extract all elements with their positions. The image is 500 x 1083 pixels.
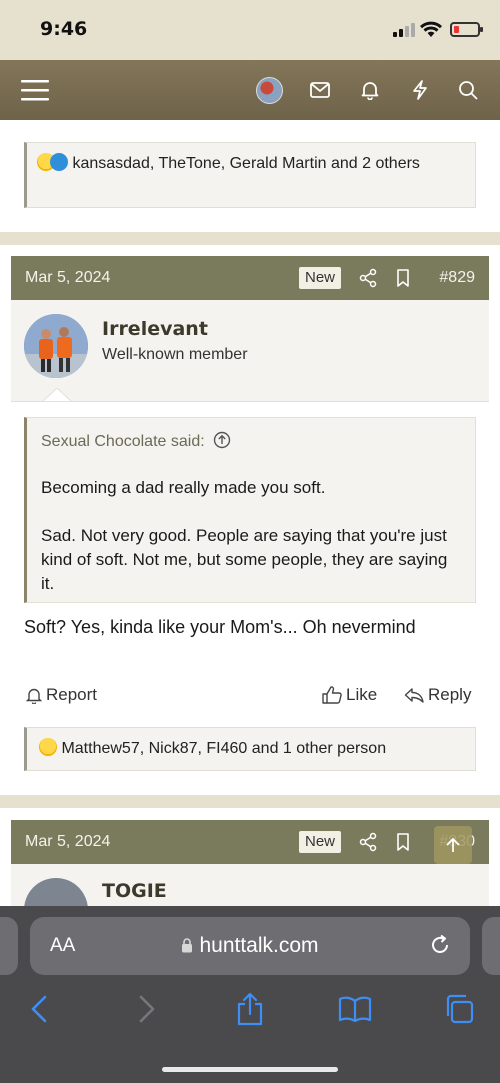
user-avatar-icon[interactable] <box>255 60 283 120</box>
quote-line: Sad. Not very good. People are saying th… <box>41 526 448 593</box>
post-829: Mar 5, 2024 New #829 Irrelevant Well-kno… <box>0 245 500 795</box>
post-830: Mar 5, 2024 New #830 TOGIE <box>0 808 500 906</box>
quote-block: Sexual Chocolate said: Becoming a dad re… <box>24 417 476 603</box>
go-to-quote-icon[interactable] <box>213 431 231 449</box>
user-title: Well-known member <box>102 346 248 363</box>
post-body: Soft? Yes, kinda like your Mom's... Oh n… <box>24 617 416 637</box>
post-number[interactable]: #829 <box>439 269 475 287</box>
menu-icon[interactable] <box>18 60 52 120</box>
back-icon[interactable] <box>21 991 57 1027</box>
reply-icon <box>404 688 424 703</box>
next-tab-pill[interactable] <box>482 917 500 975</box>
quote-header[interactable]: Sexual Chocolate said: <box>41 431 231 451</box>
reaction-users: kansasdad, TheTone, Gerald Martin and 2 … <box>72 155 420 172</box>
bookmark-icon[interactable] <box>393 268 413 288</box>
scroll-to-top-button[interactable] <box>434 826 472 864</box>
divider <box>11 401 489 402</box>
new-badge: New <box>299 267 342 289</box>
share-icon[interactable] <box>358 268 378 288</box>
user-block: TOGIE <box>11 864 489 906</box>
home-indicator <box>162 1067 338 1072</box>
quote-body: Becoming a dad really made you soft. Sad… <box>41 476 461 596</box>
report-button[interactable]: Report <box>26 685 97 705</box>
lock-icon <box>182 938 193 953</box>
laughing-emoji-icon <box>39 738 57 756</box>
post-date[interactable]: Mar 5, 2024 <box>25 833 110 851</box>
cellular-signal-icon <box>393 23 417 37</box>
post-separator <box>0 232 500 245</box>
lightning-icon[interactable] <box>408 60 432 120</box>
wifi-icon <box>420 21 442 37</box>
inbox-icon[interactable] <box>308 60 332 120</box>
user-block: Irrelevant Well-known member <box>11 300 489 402</box>
report-label: Report <box>46 685 98 704</box>
previous-tab-pill[interactable] <box>0 917 18 975</box>
previous-post: kansasdad, TheTone, Gerald Martin and 2 … <box>0 120 500 232</box>
address-bar[interactable]: AA hunttalk.com <box>30 917 470 975</box>
forum-navbar <box>0 60 500 120</box>
arrow-up-icon <box>446 837 460 852</box>
new-badge: New <box>299 831 342 853</box>
reload-icon[interactable] <box>428 933 452 957</box>
username[interactable]: Irrelevant <box>102 318 208 340</box>
quote-author: Sexual Chocolate said: <box>41 433 205 450</box>
username[interactable]: TOGIE <box>102 880 167 902</box>
status-time: 9:46 <box>40 18 88 40</box>
url-text: hunttalk.com <box>199 934 319 957</box>
thumbs-up-icon <box>322 686 342 704</box>
bookmarks-icon[interactable] <box>337 991 373 1027</box>
url-display[interactable]: hunttalk.com <box>30 934 470 958</box>
battery-icon <box>450 22 483 37</box>
quote-line: Becoming a dad really made you soft. <box>41 478 326 497</box>
bell-icon <box>26 688 42 704</box>
user-avatar[interactable] <box>24 878 88 906</box>
post-header: Mar 5, 2024 New #830 <box>11 820 489 864</box>
reaction-summary[interactable]: kansasdad, TheTone, Gerald Martin and 2 … <box>24 142 476 208</box>
status-bar: 9:46 <box>0 0 500 60</box>
like-emoji-icon <box>50 153 68 171</box>
bookmark-icon[interactable] <box>393 832 413 852</box>
reply-label: Reply <box>428 685 472 704</box>
user-block-arrow <box>42 388 72 402</box>
bell-icon[interactable] <box>358 60 382 120</box>
tabs-icon[interactable] <box>441 991 477 1027</box>
post-separator <box>0 795 500 808</box>
browser-bottom-bar: AA hunttalk.com <box>0 906 500 1083</box>
post-header: Mar 5, 2024 New #829 <box>11 256 489 300</box>
reply-button[interactable]: Reply <box>404 685 471 705</box>
reaction-summary[interactable]: Matthew57, Nick87, FI460 and 1 other per… <box>24 727 476 771</box>
share-icon[interactable] <box>232 991 268 1027</box>
post-date[interactable]: Mar 5, 2024 <box>25 269 110 287</box>
reaction-users: Matthew57, Nick87, FI460 and 1 other per… <box>61 740 387 757</box>
search-icon[interactable] <box>456 60 480 120</box>
user-avatar[interactable] <box>24 314 88 378</box>
like-label: Like <box>346 685 378 704</box>
forward-icon[interactable] <box>129 991 165 1027</box>
share-icon[interactable] <box>358 832 378 852</box>
like-button[interactable]: Like <box>322 685 377 705</box>
